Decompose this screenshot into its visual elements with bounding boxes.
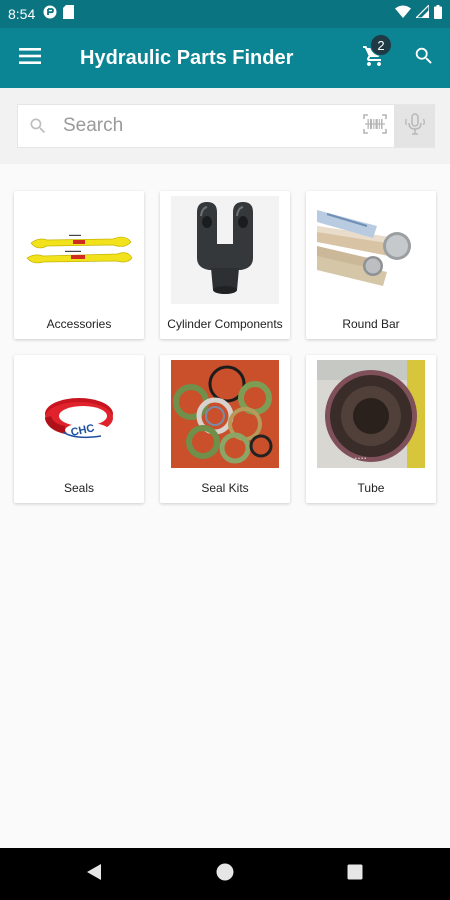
svg-text:▬▬▬: ▬▬▬ [69, 232, 81, 237]
wifi-icon [395, 5, 411, 23]
category-card-seals[interactable]: CHC Seals [14, 355, 144, 503]
home-icon [216, 863, 234, 886]
back-button[interactable] [64, 848, 124, 900]
round-bar-image [317, 196, 425, 304]
app-bar: Hydraulic Parts Finder 2 [0, 28, 450, 88]
media-icon [43, 5, 57, 24]
search-icon [413, 45, 435, 72]
seals-image: CHC [25, 360, 133, 468]
hamburger-menu-icon [19, 47, 41, 70]
svg-text:• • • •: • • • • [355, 456, 366, 462]
search-box [17, 104, 435, 148]
category-label: Seal Kits [201, 481, 249, 495]
microphone-icon [404, 112, 426, 141]
recents-icon [347, 864, 363, 885]
category-label: Round Bar [342, 317, 400, 331]
status-time: 8:54 [8, 6, 36, 22]
status-bar: 8:54 [0, 0, 450, 28]
cart-button[interactable]: 2 [352, 28, 396, 88]
search-field-icon [18, 116, 58, 136]
category-card-tube[interactable]: • • • • Tube [306, 355, 436, 503]
back-icon [86, 863, 102, 886]
app-bar-search-button[interactable] [402, 28, 446, 88]
seal-kits-image [171, 360, 279, 468]
app-title: Hydraulic Parts Finder [80, 46, 294, 69]
category-card-round-bar[interactable]: Round Bar [306, 191, 436, 339]
barcode-scanner-icon [363, 113, 387, 139]
battery-icon [434, 4, 442, 24]
recents-button[interactable] [325, 848, 385, 900]
accessories-image: ▬▬▬ ▬▬▬▬ [25, 196, 133, 304]
category-card-seal-kits[interactable]: Seal Kits [160, 355, 290, 503]
category-label: Seals [63, 481, 95, 495]
category-label: Cylinder Components [167, 317, 283, 331]
search-area [0, 88, 450, 164]
search-input[interactable] [63, 115, 353, 137]
svg-text:▬▬▬▬: ▬▬▬▬ [65, 248, 81, 253]
cylinder-components-image [171, 196, 279, 304]
home-button[interactable] [195, 848, 255, 900]
category-card-cylinder-components[interactable]: Cylinder Components [160, 191, 290, 339]
signal-icon [414, 3, 430, 23]
sd-card-icon [63, 4, 75, 24]
tube-image: • • • • [317, 360, 425, 468]
cart-count-badge: 2 [370, 34, 392, 56]
voice-search-button[interactable] [394, 105, 435, 147]
barcode-scan-button[interactable] [356, 105, 394, 147]
category-card-accessories[interactable]: ▬▬▬ ▬▬▬▬ Accessories [14, 191, 144, 339]
system-nav-bar [0, 848, 450, 900]
menu-button[interactable] [0, 28, 60, 88]
category-label: Accessories [46, 317, 112, 331]
category-label: Tube [357, 481, 385, 495]
